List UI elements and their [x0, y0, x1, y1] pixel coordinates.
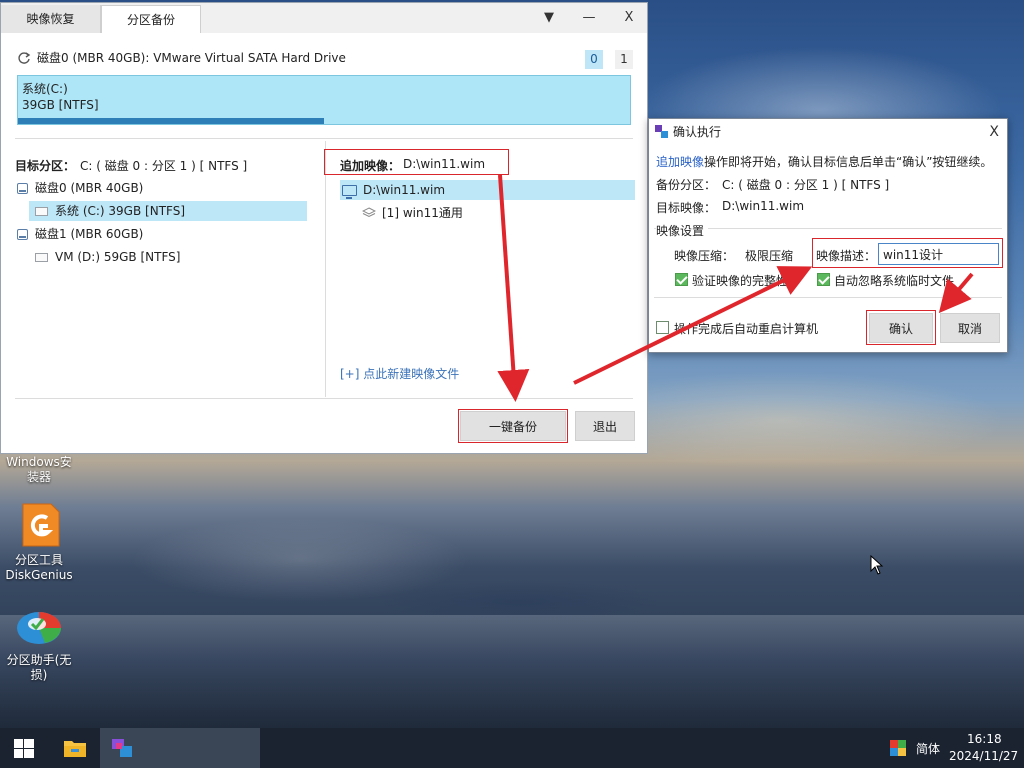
- cancel-button[interactable]: 取消: [940, 313, 1000, 343]
- start-windows-icon[interactable]: [14, 739, 34, 758]
- tree-partition-c[interactable]: 系统 (C:) 39GB [NTFS]: [29, 201, 307, 221]
- ignore-temp-label: 自动忽略系统临时文件: [834, 274, 955, 288]
- wallpaper-sea: [0, 615, 1024, 728]
- tree-label: 系统 (C:) 39GB [NTFS]: [55, 204, 186, 218]
- tree-label: 磁盘0 (MBR 40GB): [35, 181, 144, 195]
- image-entry-label: [1] win11通用: [382, 206, 463, 220]
- ime-mode-label[interactable]: 简体: [916, 740, 940, 757]
- tree-disk-1[interactable]: 磁盘1 (MBR 60GB): [17, 224, 143, 244]
- dialog-close-button[interactable]: X: [989, 119, 999, 145]
- description-input[interactable]: [878, 243, 999, 265]
- disk-icon: [17, 228, 28, 240]
- partition-map-label: 系统(C:): [22, 82, 68, 96]
- confirm-button-highlight: [866, 310, 936, 345]
- dialog-intro-text: 操作即将开始，确认目标信息后单击“确认”按钮继续。: [704, 155, 993, 169]
- tree-label: 磁盘1 (MBR 60GB): [35, 227, 144, 241]
- refresh-icon[interactable]: [17, 51, 31, 65]
- app-icon: [112, 739, 132, 757]
- desktop-icon-partition-assistant[interactable]: 分区助手(无 损): [2, 653, 76, 683]
- append-image-label: 追加映像：: [340, 159, 401, 173]
- partition-usage-bar: [18, 118, 324, 124]
- description-label: 映像描述：: [816, 249, 877, 263]
- image-entry-row[interactable]: [1] win11通用: [362, 203, 463, 223]
- target-image-value: D:\win11.wim: [722, 199, 805, 213]
- disk-icon: [17, 182, 28, 194]
- divider: [654, 297, 1002, 298]
- file-explorer-icon[interactable]: [63, 738, 87, 758]
- title-bar: 映像恢复 分区备份 ▼ — X: [1, 3, 647, 33]
- disk-info-text: 磁盘0 (MBR 40GB): VMware Virtual SATA Hard…: [37, 51, 346, 65]
- ime-color-icon[interactable]: [890, 740, 906, 756]
- append-image-link[interactable]: 追加映像: [656, 153, 704, 170]
- partition-assistant-icon[interactable]: [15, 604, 63, 650]
- diskgenius-icon[interactable]: [17, 502, 61, 548]
- menu-dropdown-button[interactable]: ▼: [529, 5, 569, 31]
- tab-partition-backup[interactable]: 分区备份: [101, 5, 201, 33]
- tree-partition-d[interactable]: VM (D:) 59GB [NTFS]: [35, 247, 180, 267]
- main-window: 映像恢复 分区备份 ▼ — X 磁盘0 (MBR 40GB): VMware V…: [0, 2, 648, 454]
- compression-label: 映像压缩：: [674, 249, 735, 263]
- target-partition-value: C: ( 磁盘 0 : 分区 1 ) [ NTFS ]: [80, 159, 248, 173]
- verify-label: 验证映像的完整性: [692, 274, 789, 288]
- desktop-icon-label: 分区助手(无: [6, 653, 72, 667]
- partition-map-c[interactable]: 系统(C:) 39GB [NTFS]: [17, 75, 631, 125]
- backup-button-highlight: [458, 409, 568, 443]
- taskbar: 简体 16:18 2024/11/27: [0, 728, 1024, 768]
- append-image-value: D:\win11.wim: [403, 157, 486, 171]
- image-file-row[interactable]: D:\win11.wim: [340, 180, 635, 200]
- divider: [15, 138, 633, 139]
- clock-time[interactable]: 16:18: [967, 732, 1002, 746]
- desktop-icon-windows-installer[interactable]: Windows安 装器: [2, 455, 76, 485]
- minimize-button[interactable]: —: [569, 5, 609, 31]
- reboot-label: 操作完成后自动重启计算机: [674, 322, 819, 336]
- target-image-label: 目标映像：: [656, 201, 717, 215]
- desktop-icon-label: 装器: [26, 470, 51, 484]
- partition-map-size: 39GB [NTFS]: [22, 98, 99, 112]
- image-file-label: D:\win11.wim: [363, 183, 446, 197]
- divider: [15, 398, 633, 399]
- app-icon: [655, 125, 668, 138]
- partition-icon: [35, 252, 48, 262]
- desktop-icon-diskgenius[interactable]: 分区工具 DiskGenius: [2, 553, 76, 583]
- tab-image-restore[interactable]: 映像恢复: [1, 5, 101, 33]
- image-settings-heading: 映像设置: [656, 222, 709, 239]
- desktop-icon-label: Windows安: [6, 455, 72, 469]
- compression-value: 极限压缩: [745, 249, 794, 263]
- mouse-cursor-icon: [870, 555, 884, 575]
- clock-date[interactable]: 2024/11/27: [949, 749, 1018, 763]
- layers-icon: [362, 207, 376, 218]
- divider: [325, 141, 326, 397]
- partition-icon: [35, 206, 48, 216]
- new-image-link[interactable]: [+] 点此新建映像文件: [340, 365, 459, 382]
- disk-selector-0[interactable]: 0: [585, 50, 603, 69]
- target-partition-label: 目标分区：: [15, 159, 76, 173]
- close-button[interactable]: X: [609, 5, 649, 31]
- ignore-temp-checkbox[interactable]: [817, 273, 830, 286]
- backup-partition-value: C: ( 磁盘 0 : 分区 1 ) [ NTFS ]: [722, 178, 890, 192]
- desktop-icon-label: 损): [30, 668, 48, 682]
- desktop-icon-label: 分区工具: [14, 553, 63, 567]
- backup-partition-label: 备份分区：: [656, 178, 717, 192]
- disk-info-line: 磁盘0 (MBR 40GB): VMware Virtual SATA Hard…: [17, 49, 346, 67]
- taskbar-active-app[interactable]: [100, 728, 260, 768]
- dialog-title: 确认执行: [673, 125, 722, 139]
- tree-disk-0[interactable]: 磁盘0 (MBR 40GB): [17, 178, 143, 198]
- reboot-checkbox[interactable]: [656, 321, 669, 334]
- dialog-title-bar: 确认执行 X: [649, 119, 1007, 145]
- exit-button[interactable]: 退出: [575, 411, 635, 441]
- verify-checkbox[interactable]: [675, 273, 688, 286]
- disk-selector-1[interactable]: 1: [615, 50, 633, 69]
- desktop-icon-label: DiskGenius: [5, 568, 73, 582]
- tree-label: VM (D:) 59GB [NTFS]: [55, 250, 181, 264]
- monitor-icon: [342, 184, 357, 199]
